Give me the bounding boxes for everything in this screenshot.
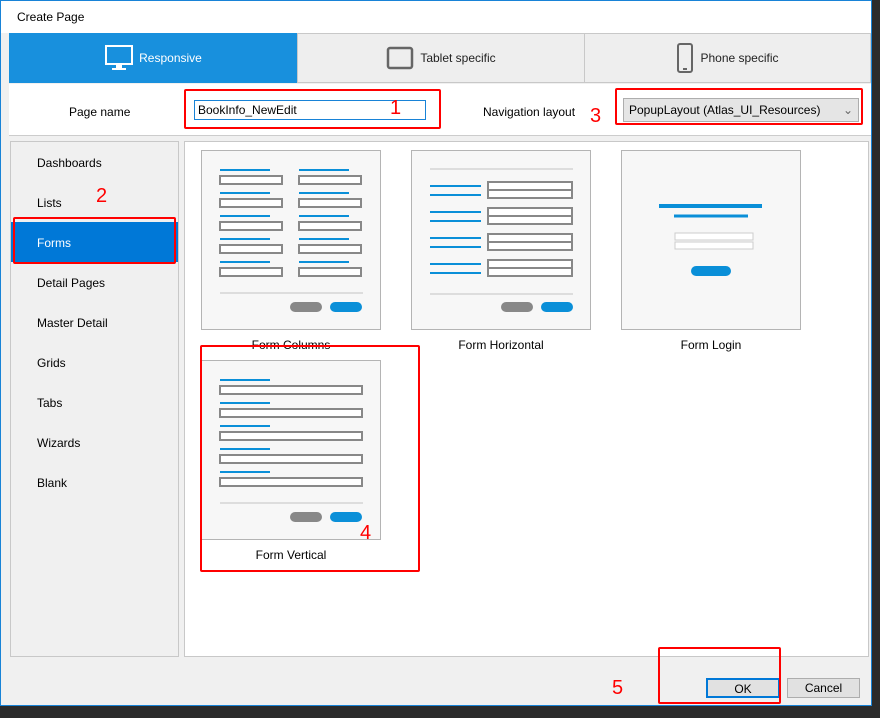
annotation-box-3 [615, 88, 863, 125]
tab-label: Responsive [139, 51, 202, 65]
dialog-title: Create Page [17, 10, 85, 24]
tab-label: Phone specific [700, 51, 779, 65]
sidebar-item-detail-pages[interactable]: Detail Pages [11, 262, 178, 302]
sidebar-item-grids[interactable]: Grids [11, 342, 178, 382]
template-label: Form Horizontal [458, 338, 544, 352]
annotation-number-3: 3 [590, 105, 602, 127]
sidebar-item-wizards[interactable]: Wizards [11, 422, 178, 462]
monitor-icon [105, 45, 134, 70]
annotation-number-2: 2 [96, 185, 108, 207]
template-form-login[interactable] [621, 150, 801, 330]
annotation-number-1: 1 [390, 97, 402, 119]
tablet-icon [387, 46, 414, 70]
cancel-button[interactable]: Cancel [787, 678, 860, 698]
annotation-box-4 [200, 345, 420, 572]
annotation-number-5: 5 [612, 677, 624, 699]
template-form-columns[interactable] [201, 150, 381, 330]
sidebar-item-blank[interactable]: Blank [11, 462, 178, 502]
sidebar-item-tabs[interactable]: Tabs [11, 382, 178, 422]
phone-icon [677, 43, 694, 73]
navigation-layout-label: Navigation layout [483, 105, 576, 119]
page-name-label: Page name [69, 105, 131, 119]
sidebar-item-lists[interactable]: Lists [11, 182, 178, 222]
form-horizontal-preview [430, 168, 573, 312]
annotation-box-2 [13, 217, 176, 264]
tab-responsive[interactable]: Responsive [9, 33, 298, 83]
sidebar-item-dashboards[interactable]: Dashboards [11, 142, 178, 182]
form-columns-preview [219, 169, 363, 312]
template-form-horizontal[interactable] [411, 150, 591, 330]
tab-label: Tablet specific [420, 51, 496, 65]
annotation-number-4: 4 [360, 522, 372, 544]
form-login-preview [659, 204, 762, 276]
tab-phone-specific[interactable]: Phone specific [584, 33, 871, 83]
title-bar: Create Page [1, 1, 871, 33]
annotation-box-5 [658, 647, 781, 704]
sidebar-item-master-detail[interactable]: Master Detail [11, 302, 178, 342]
annotation-box-1 [184, 89, 441, 129]
template-label: Form Login [680, 338, 742, 352]
tab-tablet-specific[interactable]: Tablet specific [297, 33, 585, 83]
